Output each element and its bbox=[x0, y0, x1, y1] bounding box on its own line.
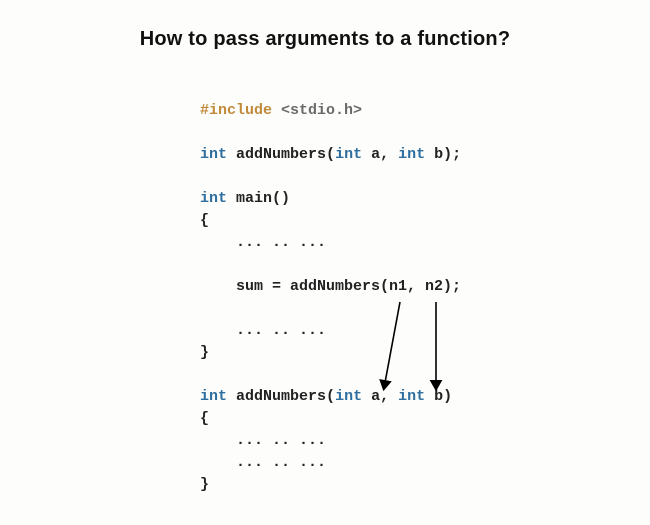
kw-int-6: int bbox=[335, 388, 362, 405]
brace-close-1: } bbox=[200, 344, 209, 361]
proto-param-b: b); bbox=[434, 146, 461, 163]
ellipsis-1: ... .. ... bbox=[236, 234, 326, 251]
fn-def-name: addNumbers bbox=[236, 388, 326, 405]
page-title: How to pass arguments to a function? bbox=[0, 28, 650, 51]
call-sum: sum = addNumbers(n1, n2); bbox=[236, 278, 461, 295]
kw-int-1: int bbox=[200, 146, 227, 163]
proto-param-a: a, bbox=[371, 146, 398, 163]
fn-proto-name: addNumbers bbox=[236, 146, 326, 163]
kw-int-5: int bbox=[200, 388, 227, 405]
fn-main: main bbox=[236, 190, 272, 207]
page: How to pass arguments to a function? #in… bbox=[0, 0, 650, 525]
brace-open-2: { bbox=[200, 410, 209, 427]
ellipsis-2: ... .. ... bbox=[236, 322, 326, 339]
code-block: #include <stdio.h> int addNumbers(int a,… bbox=[200, 100, 461, 496]
kw-int-2: int bbox=[335, 146, 362, 163]
brace-close-2: } bbox=[200, 476, 209, 493]
ellipsis-3: ... .. ... bbox=[236, 432, 326, 449]
def-param-a: a, bbox=[371, 388, 398, 405]
kw-int-7: int bbox=[398, 388, 425, 405]
ellipsis-4: ... .. ... bbox=[236, 454, 326, 471]
brace-open-1: { bbox=[200, 212, 209, 229]
def-param-b: b) bbox=[434, 388, 452, 405]
kw-int-3: int bbox=[398, 146, 425, 163]
header-stdio: <stdio.h> bbox=[281, 102, 362, 119]
kw-int-4: int bbox=[200, 190, 227, 207]
directive-include: #include bbox=[200, 102, 272, 119]
